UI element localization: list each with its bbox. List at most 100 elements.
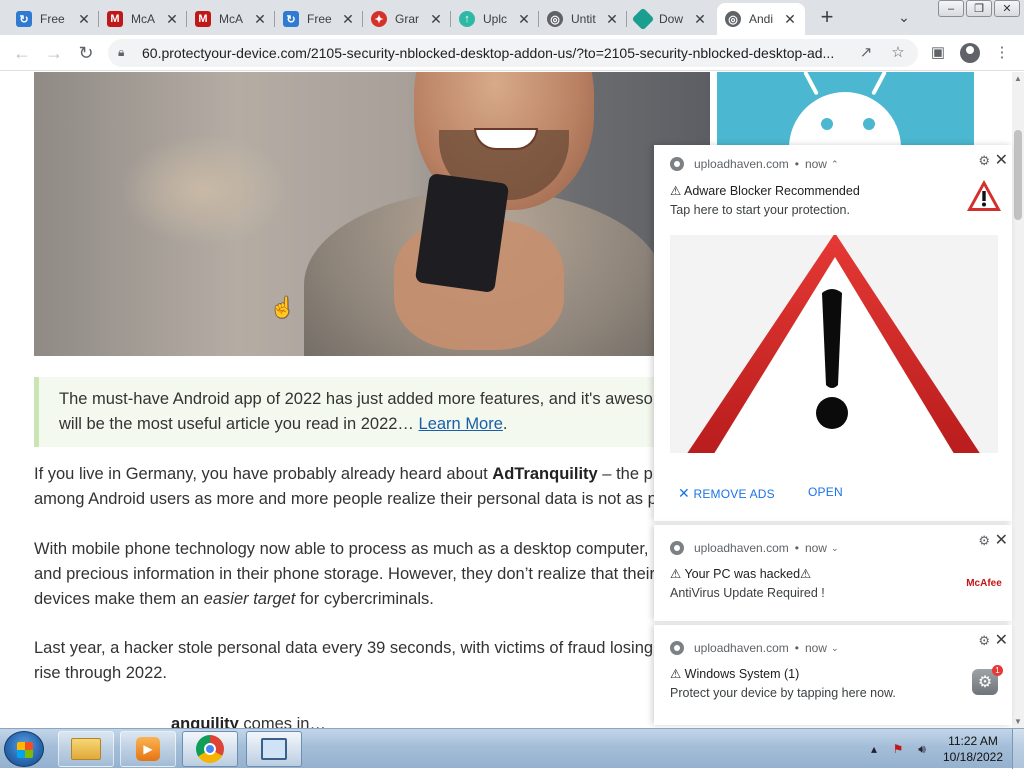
notification-adware-blocker[interactable]: uploadhaven.com • now ⌃ ⚙ ✕ ⚠ Adware Blo… — [654, 145, 1012, 521]
start-button[interactable] — [4, 731, 44, 767]
callout-box: The must-have Android app of 2022 has ju… — [34, 377, 674, 447]
android-eye — [863, 118, 875, 130]
paragraph-1-line-1: If you live in Germany, you have probabl… — [34, 462, 674, 487]
bookmark-star-icon[interactable]: ☆ — [888, 43, 908, 63]
notification-windows-system[interactable]: uploadhaven.com • now ⌄ ⚙ ✕ ⚠ Windows Sy… — [654, 625, 1012, 725]
address-bar[interactable]: 🔒︎ 60.protectyour-device.com/2105-securi… — [108, 39, 918, 67]
tab-label: McA — [131, 12, 155, 26]
chevron-up-icon[interactable]: ⌃ — [831, 159, 839, 170]
settings-badge-icon: ⚙ 1 — [966, 665, 1003, 701]
url-text[interactable]: 60.protectyour-device.com/2105-security-… — [142, 45, 842, 61]
network-app-icon[interactable] — [246, 731, 302, 767]
minimize-button[interactable]: – — [938, 0, 964, 17]
mcafee-icon: M — [107, 11, 123, 27]
gear-icon[interactable]: ⚙ — [978, 153, 990, 169]
gear-icon[interactable]: ⚙ — [978, 633, 990, 649]
page-scrollbar[interactable]: ▲ ▼ — [1012, 72, 1024, 728]
paragraph-4-line-1: anquility comes in… — [171, 712, 571, 728]
system-clock[interactable]: 11:22 AM 10/18/2022 — [938, 733, 1008, 765]
close-icon[interactable]: ✕ — [603, 10, 621, 28]
close-icon[interactable]: ✕ — [339, 10, 357, 28]
notification-body: AntiVirus Update Required ! — [670, 586, 825, 600]
action-center-flag-icon[interactable]: ⚑ — [890, 741, 906, 757]
tab-active[interactable]: ◎ Andi ✕ — [717, 3, 805, 35]
media-player-icon[interactable]: ▶ — [120, 731, 176, 767]
android-antenna — [871, 72, 887, 96]
notification-pc-hacked[interactable]: uploadhaven.com • now ⌄ ⚙ ✕ ⚠ Your PC wa… — [654, 525, 1012, 621]
chrome-logo — [196, 735, 224, 763]
tab-2[interactable]: M McA ✕ — [99, 3, 187, 35]
paragraph-3-line-1: Last year, a hacker stole personal data … — [34, 639, 654, 657]
tab-7[interactable]: ◎ Untit ✕ — [539, 3, 627, 35]
clock-time: 11:22 AM — [948, 734, 998, 748]
paragraph-text: devices make them an — [34, 590, 204, 608]
tab-label: Andi — [749, 12, 774, 26]
open-button[interactable]: OPEN — [808, 485, 843, 499]
tab-3[interactable]: M McA ✕ — [187, 3, 275, 35]
profile-avatar[interactable] — [958, 41, 982, 65]
browser-toolbar: ← → ↻ 🔒︎ 60.protectyour-device.com/2105-… — [0, 35, 1024, 71]
source-domain: uploadhaven.com — [694, 157, 789, 171]
tab-label: McA — [219, 12, 243, 26]
chrome-icon[interactable] — [182, 731, 238, 767]
notification-time: now — [804, 157, 827, 171]
source-domain: uploadhaven.com — [694, 541, 789, 555]
notification-source: uploadhaven.com • now ⌄ — [670, 641, 839, 655]
show-desktop-button[interactable] — [1012, 729, 1024, 769]
windows-taskbar: ▶ ▴ ⚑ 🔊︎ 11:22 AM 10/18/2022 — [0, 728, 1024, 769]
play-icon: ▶ — [136, 737, 160, 761]
notification-title: ⚠ Windows System (1) — [670, 667, 800, 681]
scrollbar-thumb[interactable] — [1014, 130, 1022, 220]
remove-ads-label: REMOVE ADS — [693, 487, 775, 501]
share-icon[interactable]: ↗ — [856, 43, 876, 63]
android-eye — [821, 118, 833, 130]
mcafee-icon: M — [195, 11, 211, 27]
tab-6[interactable]: ↑ Uplc ✕ — [451, 3, 539, 35]
close-window-button[interactable]: ✕ — [994, 0, 1020, 17]
tab-1[interactable]: ↻ Free ✕ — [8, 3, 99, 35]
remove-ads-button[interactable]: ✕ REMOVE ADS — [678, 485, 775, 502]
tab-8[interactable]: Dow ✕ — [627, 3, 715, 35]
notification-title: ⚠ Your PC was hacked⚠ — [670, 567, 812, 581]
reload-icon[interactable]: ↻ — [74, 41, 98, 65]
close-icon[interactable]: ✕ — [995, 630, 1008, 650]
menu-kebab-icon[interactable]: ⋮ — [990, 41, 1014, 65]
close-icon[interactable]: ✕ — [781, 10, 799, 28]
chevron-down-icon[interactable]: ⌄ — [831, 543, 839, 554]
file-explorer-icon[interactable] — [58, 731, 114, 767]
lock-icon[interactable]: 🔒︎ — [118, 45, 124, 60]
callout-period: . — [502, 415, 508, 433]
restore-button[interactable]: ❐ — [966, 0, 992, 17]
close-icon[interactable]: ✕ — [251, 10, 269, 28]
show-hidden-icons-icon[interactable]: ▴ — [866, 741, 882, 757]
side-panel-icon[interactable]: ▣ — [926, 41, 950, 65]
callout-line-1: The must-have Android app of 2022 has ju… — [59, 390, 653, 408]
paragraph-2-line-3: devices make them an easier target for c… — [34, 587, 674, 612]
close-icon[interactable]: ✕ — [691, 10, 709, 28]
free-download-icon: ↻ — [283, 11, 299, 27]
tab-label: Free — [40, 12, 65, 26]
close-icon[interactable]: ✕ — [163, 10, 181, 28]
chevron-down-icon[interactable]: ⌄ — [831, 643, 839, 654]
callout-text: will be the most useful article you read… — [59, 415, 419, 433]
tab-4[interactable]: ↻ Free ✕ — [275, 3, 363, 35]
new-tab-button[interactable]: + — [814, 5, 840, 29]
separator-dot: • — [794, 157, 799, 171]
paragraph-2-line-2: and precious information in their phone … — [34, 565, 655, 583]
close-icon[interactable]: ✕ — [427, 10, 445, 28]
gear-icon[interactable]: ⚙ — [978, 533, 990, 549]
tab-5[interactable]: ✦ Grar ✕ — [363, 3, 451, 35]
forward-arrow-icon[interactable]: → — [42, 41, 66, 65]
scroll-up-arrow-icon[interactable]: ▲ — [1014, 74, 1022, 83]
volume-icon[interactable]: 🔊︎ — [914, 741, 930, 757]
close-icon[interactable]: ✕ — [995, 530, 1008, 550]
chrome-icon — [670, 157, 684, 171]
close-icon[interactable]: ✕ — [995, 150, 1008, 170]
close-icon[interactable]: ✕ — [515, 10, 533, 28]
close-icon[interactable]: ✕ — [75, 10, 93, 28]
learn-more-link[interactable]: Learn More — [419, 415, 503, 433]
scroll-down-arrow-icon[interactable]: ▼ — [1014, 717, 1022, 726]
tab-search-chevron-icon[interactable]: ⌄ — [893, 6, 915, 28]
back-arrow-icon[interactable]: ← — [10, 41, 34, 65]
paragraph-text: – the p — [597, 465, 653, 483]
